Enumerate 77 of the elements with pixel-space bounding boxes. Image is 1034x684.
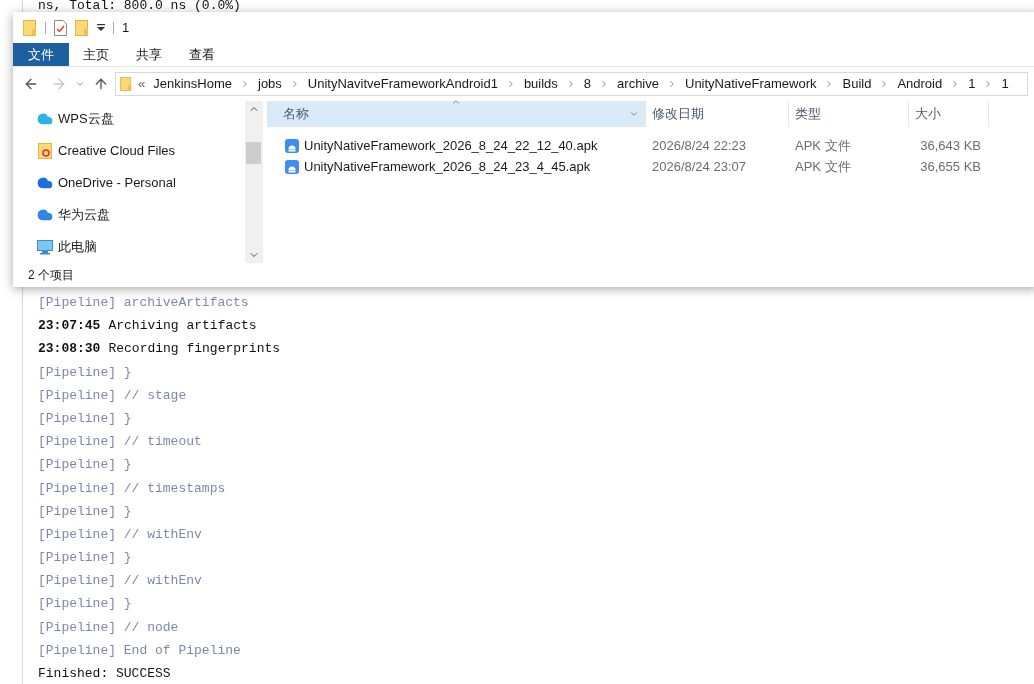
breadcrumb[interactable]: builds <box>521 74 560 94</box>
table-cell-text: APK 文件 <box>794 136 852 155</box>
log-line: [Pipeline] } <box>38 363 133 382</box>
folder-icon <box>23 19 37 36</box>
breadcrumb[interactable]: archive <box>615 74 661 94</box>
monitor-icon <box>37 239 53 255</box>
address-bar[interactable]: « JenkinsHome jobs UnityNavitveFrameworkAndroid1 builds 8 archive UnityNativeFramework Build Android 1 1 <box>115 72 1028 96</box>
apk-file-icon <box>285 159 299 174</box>
cloud-icon <box>37 111 53 127</box>
log-line: [Pipeline] } <box>38 409 133 428</box>
table-cell-text: APK 文件 <box>794 157 852 176</box>
chevron-right-icon <box>667 79 677 89</box>
sidebar-item[interactable]: WPS云盘 <box>37 109 245 129</box>
breadcrumb[interactable]: Build <box>840 74 874 94</box>
cloud-icon <box>37 207 53 223</box>
table-cell-text: 2026/8/24 23:07 <box>651 157 747 176</box>
log-line: [Pipeline] // withEnv <box>38 572 203 591</box>
log-line: [Pipeline] } <box>38 502 133 521</box>
breadcrumb[interactable]: UnityNavitveFrameworkAndroid1 <box>305 74 500 94</box>
chevron-down-icon[interactable] <box>629 109 639 119</box>
log-line: [Pipeline] } <box>38 456 133 475</box>
up-button[interactable] <box>93 76 109 92</box>
folder-icon <box>120 76 132 92</box>
breadcrumb[interactable]: 1 <box>966 74 978 94</box>
log-line: [Pipeline] } <box>38 595 133 614</box>
cloud-icon <box>37 175 53 191</box>
recent-locations-icon[interactable] <box>75 79 85 89</box>
log-line: [Pipeline] // timestamps <box>38 479 227 498</box>
breadcrumb[interactable]: 8 <box>581 74 594 94</box>
ribbon-tab[interactable]: 主页 <box>69 43 122 66</box>
status-bar-text: 2 个项目 <box>28 267 74 284</box>
ribbon-tab[interactable]: 文件 <box>13 43 69 66</box>
folder-icon <box>38 143 52 159</box>
log-line: Recording fingerprints <box>108 340 281 359</box>
log-timestamp: 23:08:30 <box>38 340 101 359</box>
column-header[interactable]: 大小 <box>909 101 989 127</box>
log-line: Archiving artifacts <box>108 317 257 336</box>
sort-ascending-icon <box>451 97 461 107</box>
table-cell-text: 36,655 KB <box>919 157 982 176</box>
overflow-chevron[interactable]: « <box>138 74 146 94</box>
breadcrumb[interactable]: Android <box>895 74 945 94</box>
breadcrumb[interactable]: UnityNativeFramework <box>683 74 819 94</box>
log-timestamp: 23:07:45 <box>38 317 101 336</box>
log-line: [Pipeline] // node <box>38 618 180 637</box>
log-line: Finished: SUCCESS <box>38 665 172 683</box>
back-button[interactable] <box>23 76 39 92</box>
folder-icon <box>75 19 89 36</box>
table-cell: UnityNativeFramework_2026_8_24_23_4_45.apk <box>267 156 646 177</box>
chevron-right-icon <box>240 79 250 89</box>
sidebar-item[interactable]: OneDrive - Personal <box>37 173 245 193</box>
scrollbar[interactable] <box>245 101 262 263</box>
column-header[interactable]: 名称 <box>267 101 646 127</box>
column-header[interactable]: 修改日期 <box>646 101 789 127</box>
table-cell: UnityNativeFramework_2026_8_24_22_12_40.apk <box>267 135 646 156</box>
log-line: [Pipeline] archiveArtifacts <box>38 294 250 312</box>
ribbon-tab[interactable]: 共享 <box>122 43 175 66</box>
ribbon-tab[interactable]: 查看 <box>175 43 228 66</box>
log-line: [Pipeline] } <box>38 549 133 568</box>
customize-dropdown-icon[interactable] <box>97 23 105 32</box>
table-cell-text: 2026/8/24 22:23 <box>651 136 747 155</box>
log-line: [Pipeline] // stage <box>38 386 188 405</box>
log-line: ns, Total: 800.0 ns (0.0%) <box>38 0 242 14</box>
checklist-icon <box>54 19 67 36</box>
log-line: [Pipeline] // timeout <box>38 433 203 452</box>
log-line: [Pipeline] // withEnv <box>38 525 203 544</box>
breadcrumb[interactable]: 1 <box>999 74 1011 94</box>
breadcrumb[interactable]: jobs <box>256 74 284 94</box>
scrollbar-thumb[interactable] <box>246 142 261 164</box>
breadcrumb[interactable]: JenkinsHome <box>151 74 234 94</box>
sidebar-item[interactable]: 华为云盘 <box>37 205 245 225</box>
log-line: [Pipeline] End of Pipeline <box>38 641 242 660</box>
apk-file-icon <box>285 138 299 153</box>
table-cell-text: 36,643 KB <box>919 136 982 155</box>
window-title: 1 <box>122 18 130 37</box>
column-header[interactable]: 类型 <box>789 101 909 127</box>
sidebar-item[interactable]: Creative Cloud Files <box>37 141 245 161</box>
sidebar-item[interactable]: 此电脑 <box>37 237 245 257</box>
